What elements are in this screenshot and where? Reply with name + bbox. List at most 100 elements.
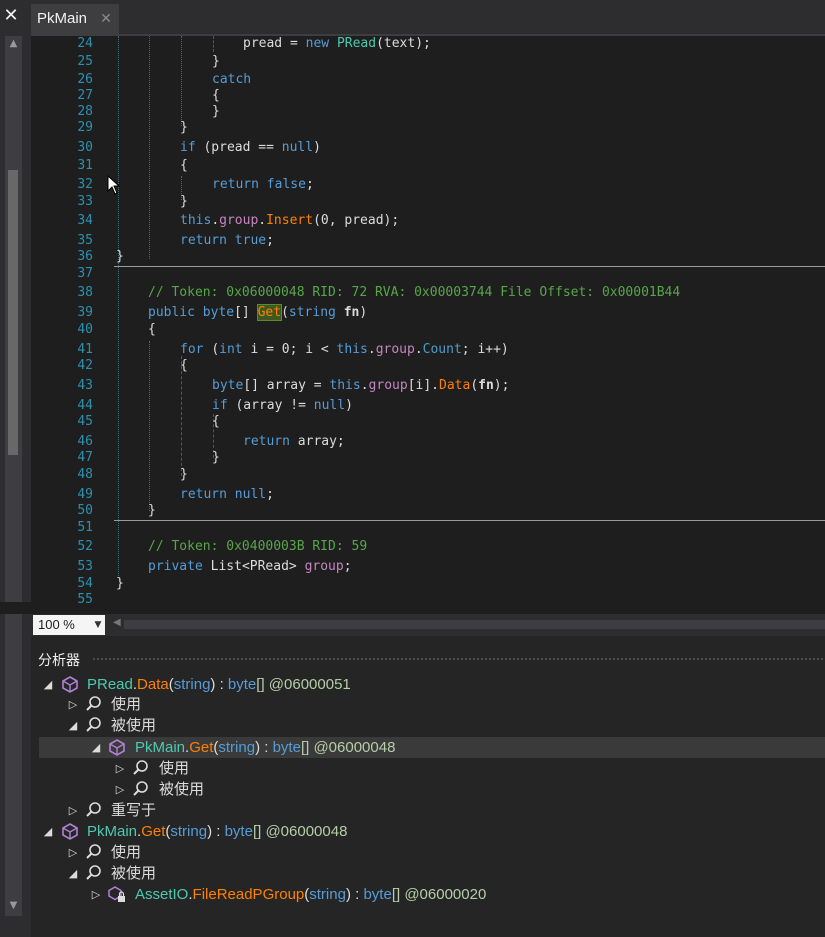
expand-arrow-icon[interactable]: ▷	[114, 779, 126, 800]
code-line-45: {	[212, 414, 220, 429]
member-separator	[114, 266, 825, 267]
line-number: 51	[77, 520, 93, 535]
mouse-cursor-icon	[107, 175, 121, 195]
tree-node-uses[interactable]: 使用	[159, 758, 189, 779]
expand-arrow-icon[interactable]: ◢	[90, 737, 102, 758]
line-number: 36	[77, 249, 93, 264]
highlighted-method: Get	[256, 304, 283, 321]
code-line-50: }	[148, 503, 156, 518]
code-line-33: }	[180, 194, 188, 209]
divider	[0, 602, 31, 614]
code-line-43: byte[] array = this.group[i].Data(fn);	[212, 378, 510, 393]
code-line-42: {	[180, 358, 188, 373]
indent-guide	[149, 341, 150, 511]
horizontal-scrollbar[interactable]	[124, 620, 825, 629]
expand-arrow-icon[interactable]: ▷	[67, 694, 79, 715]
scroll-down-icon[interactable]: ▼	[5, 900, 22, 912]
search-icon	[86, 844, 101, 859]
code-line-38: // Token: 0x06000048 RID: 72 RVA: 0x0000…	[148, 285, 681, 300]
member-separator	[114, 520, 825, 521]
line-number: 31	[77, 158, 93, 173]
search-icon	[86, 696, 101, 711]
tree-node-uses[interactable]: 使用	[111, 842, 141, 863]
search-icon	[133, 781, 148, 796]
code-line-25: }	[212, 54, 220, 69]
line-number: 48	[77, 467, 93, 482]
line-number: 53	[77, 559, 93, 574]
line-number: 43	[77, 378, 93, 393]
tab-strip	[31, 0, 825, 34]
tree-node-used-by[interactable]: 被使用	[159, 779, 204, 800]
tree-node-assetio-filereadpgroup[interactable]: AssetIO.FileReadPGroup(string) : byte[] …	[135, 884, 486, 905]
tree-node-overridden-by[interactable]: 重写于	[111, 800, 156, 821]
code-line-54: }	[116, 576, 124, 591]
line-number: 33	[77, 194, 93, 209]
tree-node-pread-data[interactable]: PRead.Data(string) : byte[] @06000051	[87, 674, 351, 695]
line-number: 26	[77, 72, 93, 87]
search-icon	[86, 802, 101, 817]
tab-label[interactable]: PkMain	[37, 9, 87, 29]
search-icon	[86, 865, 101, 880]
line-number: 49	[77, 487, 93, 502]
close-icon[interactable]: ✕	[2, 6, 20, 26]
code-line-46: return array;	[243, 434, 345, 449]
expand-arrow-icon[interactable]: ◢	[42, 821, 54, 842]
search-icon	[133, 760, 148, 775]
chevron-down-icon[interactable]: ▼	[91, 615, 105, 635]
line-number: 50	[77, 503, 93, 518]
expand-arrow-icon[interactable]: ▷	[67, 800, 79, 821]
line-number: 47	[77, 450, 93, 465]
indent-guide	[213, 36, 214, 52]
indent-guide	[149, 36, 150, 259]
code-line-53: private List<PRead> group;	[148, 559, 352, 574]
method-cube-icon	[62, 823, 78, 840]
code-line-48: }	[180, 467, 188, 482]
vertical-scrollbar[interactable]	[5, 36, 22, 916]
tree-node-pkmain-get[interactable]: PkMain.Get(string) : byte[] @06000048	[135, 737, 395, 758]
indent-guide	[118, 36, 119, 576]
code-line-28: }	[212, 104, 220, 119]
expand-arrow-icon[interactable]: ▷	[90, 884, 102, 905]
scroll-left-icon[interactable]: ◀	[113, 617, 121, 628]
line-number: 52	[77, 539, 93, 554]
expand-arrow-icon[interactable]: ◢	[67, 715, 79, 736]
expand-arrow-icon[interactable]: ◢	[67, 863, 79, 884]
line-number: 34	[77, 213, 93, 228]
code-line-24: pread = new PRead(text);	[243, 36, 431, 51]
line-number: 39	[77, 305, 93, 320]
indent-guide	[181, 356, 182, 476]
line-number: 54	[77, 576, 93, 591]
expand-arrow-icon[interactable]: ▷	[67, 842, 79, 863]
panel-grip[interactable]	[92, 657, 825, 662]
scroll-up-icon[interactable]: ▲	[5, 38, 22, 50]
code-line-29: }	[180, 120, 188, 135]
line-number: 37	[77, 266, 93, 281]
code-editor[interactable]: 24 25 26 27 28 29 30 31 32 33 34 35 36 37 38 39 40 41 42 43…	[31, 36, 825, 612]
code-line-40: {	[148, 322, 156, 337]
code-line-44: if (array != null)	[212, 398, 353, 413]
code-line-49: return null;	[180, 487, 274, 502]
code-line-26: catch	[212, 72, 252, 87]
line-number: 42	[77, 358, 93, 373]
zoom-value[interactable]: 100 %	[38, 615, 75, 635]
scrollbar-thumb[interactable]	[8, 170, 18, 455]
code-line-30: if (pread == null)	[180, 140, 321, 155]
line-number: 28	[77, 104, 93, 119]
line-number: 24	[77, 36, 93, 51]
tab-close-icon[interactable]: ✕	[98, 9, 114, 29]
expand-arrow-icon[interactable]: ▷	[114, 758, 126, 779]
tree-node-pkmain-get[interactable]: PkMain.Get(string) : byte[] @06000048	[87, 821, 347, 842]
code-line-35: return true;	[180, 233, 274, 248]
code-line-47: }	[212, 450, 220, 465]
line-number: 38	[77, 285, 93, 300]
line-number: 27	[77, 88, 93, 103]
tree-node-uses[interactable]: 使用	[111, 694, 141, 715]
code-line-39: public byte[] Get(string fn)	[148, 304, 368, 321]
line-number: 41	[77, 342, 93, 357]
tree-node-used-by[interactable]: 被使用	[111, 715, 156, 736]
line-number: 30	[77, 140, 93, 155]
expand-arrow-icon[interactable]: ◢	[42, 674, 54, 695]
search-icon	[86, 717, 101, 732]
indent-guide	[181, 36, 182, 126]
tree-node-used-by[interactable]: 被使用	[111, 863, 156, 884]
